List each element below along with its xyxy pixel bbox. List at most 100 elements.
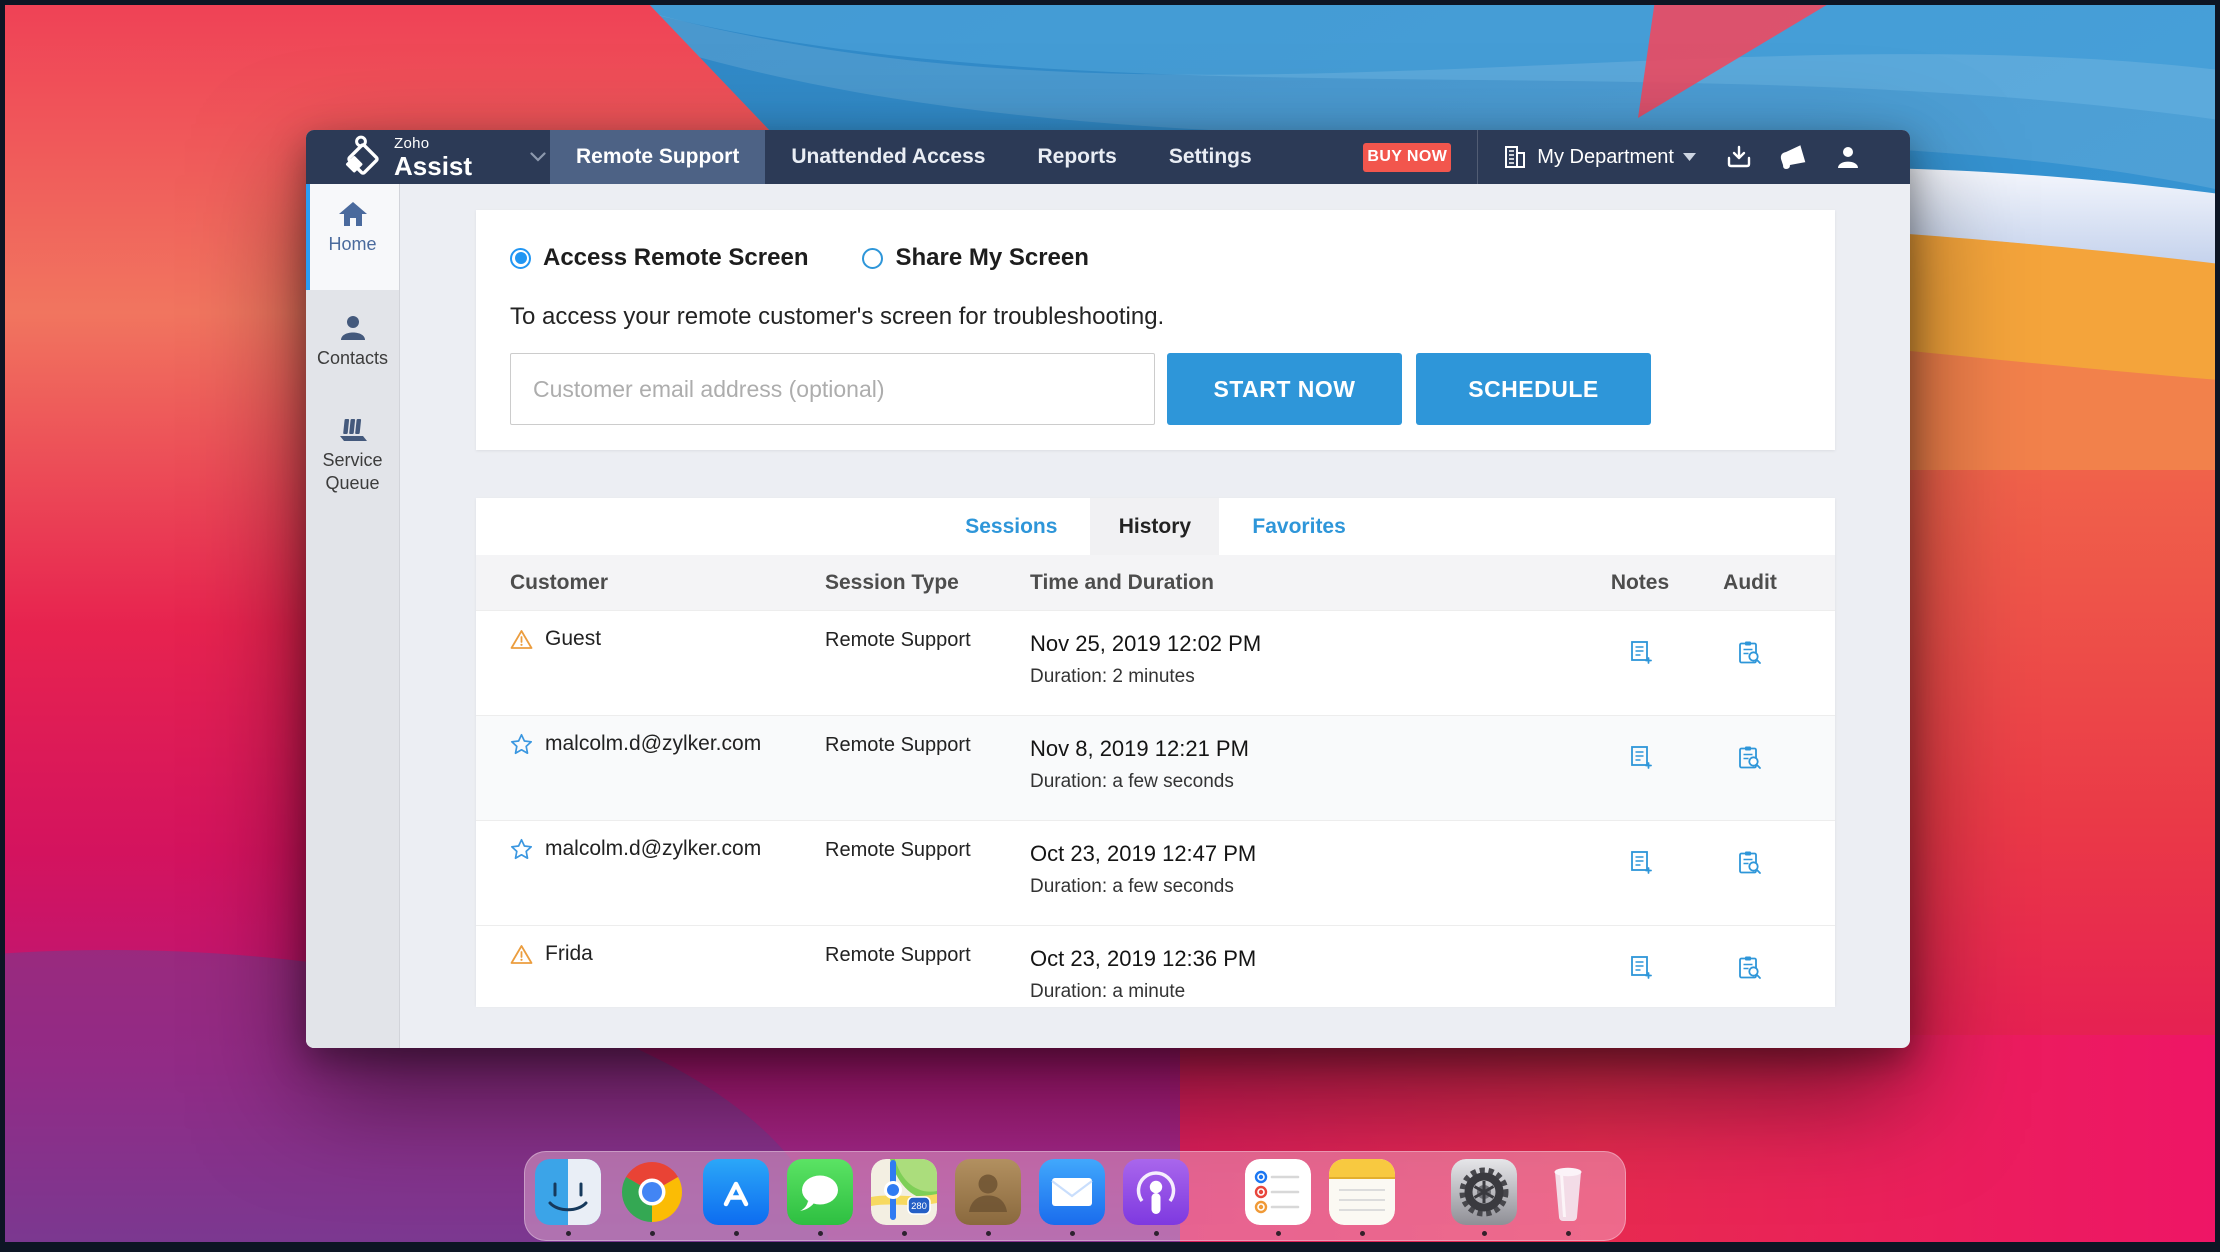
contacts-icon [955, 1159, 1021, 1225]
download-icon[interactable] [1726, 144, 1752, 170]
session-duration: Duration: a minute [1030, 981, 1186, 1002]
dock-app-system-preferences[interactable] [1451, 1159, 1517, 1236]
add-note-icon[interactable] [1627, 639, 1654, 666]
session-time: Nov 25, 2019 12:02 PM [1030, 631, 1262, 656]
running-indicator [1359, 1231, 1365, 1236]
table-row[interactable]: malcolm.d@zylker.com Remote Support Oct … [476, 820, 1835, 925]
session-mode-radios: Access Remote Screen Share My Screen [510, 244, 1835, 272]
home-icon [338, 202, 367, 226]
warning-icon [510, 629, 533, 649]
dock-app-maps[interactable]: 280 [871, 1159, 937, 1236]
radio-share-my-screen[interactable]: Share My Screen [862, 244, 1089, 272]
caret-down-icon [1683, 153, 1696, 161]
notes-cell [1585, 627, 1695, 671]
dock-app-appstore[interactable] [703, 1159, 769, 1236]
favorite-star-icon [510, 838, 533, 860]
time-cell: Nov 25, 2019 12:02 PM Duration: 2 minute… [1030, 627, 1585, 688]
radio-label: Access Remote Screen [543, 244, 809, 271]
add-note-icon[interactable] [1627, 954, 1654, 981]
customer-name: Guest [545, 627, 602, 650]
session-type-cell: Remote Support [825, 629, 971, 651]
user-profile-icon[interactable] [1836, 144, 1860, 170]
sidebar-item-home[interactable]: Home [306, 184, 399, 290]
add-note-icon[interactable] [1627, 849, 1654, 876]
schedule-button[interactable]: SCHEDULE [1416, 353, 1651, 425]
radio-selected-icon[interactable] [510, 247, 531, 269]
sidebar-item-service-queue[interactable]: Service Queue [306, 378, 399, 494]
top-navbar: Zoho Assist Remote Support Unattended Ac… [306, 130, 1910, 184]
tab-sessions[interactable]: Sessions [948, 498, 1074, 555]
session-duration: Duration: a few seconds [1030, 771, 1234, 792]
column-header-session-type: Session Type [825, 570, 959, 594]
running-indicator [1481, 1231, 1487, 1236]
session-duration: Duration: 2 minutes [1030, 666, 1195, 687]
customer-cell: Guest [510, 627, 825, 651]
dock-app-finder[interactable] [535, 1159, 601, 1236]
messages-icon [787, 1159, 853, 1225]
radio-label: Share My Screen [895, 244, 1089, 271]
dock-app-reminders[interactable] [1245, 1159, 1311, 1236]
customer-name: malcolm.d@zylker.com [545, 732, 762, 755]
trash-icon [1535, 1159, 1601, 1225]
session-description: To access your remote customer's screen … [510, 303, 1165, 330]
dock-app-notes[interactable] [1329, 1159, 1395, 1236]
notes-cell [1585, 732, 1695, 776]
navbar-right: BUY NOW My Department [1363, 130, 1910, 184]
nav-tab-settings[interactable]: Settings [1143, 130, 1278, 184]
tab-favorites[interactable]: Favorites [1235, 498, 1362, 555]
table-row[interactable]: malcolm.d@zylker.com Remote Support Nov … [476, 715, 1835, 820]
organization-icon [1505, 146, 1526, 168]
audit-icon[interactable] [1736, 639, 1764, 667]
macos-dock: 280 [524, 1151, 1626, 1241]
service-queue-icon [339, 419, 367, 441]
sessions-history-panel: Sessions History Favorites Customer Sess… [476, 498, 1835, 1007]
notes-cell [1585, 942, 1695, 986]
customer-name: Frida [545, 942, 593, 965]
notes-icon [1329, 1159, 1395, 1225]
radio-unselected-icon[interactable] [862, 247, 884, 269]
add-note-icon[interactable] [1627, 744, 1654, 771]
maps-icon: 280 [871, 1159, 937, 1225]
table-row[interactable]: Guest Remote Support Nov 25, 2019 12:02 … [476, 610, 1835, 715]
audit-cell [1695, 837, 1805, 882]
brand-company: Zoho [394, 134, 430, 152]
tab-history[interactable]: History [1090, 498, 1220, 555]
chevron-down-icon[interactable] [530, 152, 546, 162]
mail-icon [1039, 1159, 1105, 1225]
column-header-audit: Audit [1723, 570, 1777, 594]
brand-logo[interactable]: Zoho Assist [306, 130, 550, 184]
department-selector[interactable]: My Department [1502, 144, 1696, 170]
sidebar-item-contacts[interactable]: Contacts [306, 290, 399, 378]
audit-icon[interactable] [1736, 849, 1764, 877]
department-label: My Department [1537, 145, 1674, 168]
dock-app-trash[interactable] [1535, 1159, 1601, 1236]
customer-cell: malcolm.d@zylker.com [510, 837, 825, 861]
podcasts-icon [1123, 1159, 1189, 1225]
nav-tab-unattended-access[interactable]: Unattended Access [765, 130, 1011, 184]
running-indicator [901, 1231, 907, 1236]
sidebar-item-label: Service Queue [322, 450, 383, 493]
brand-text: Zoho Assist [394, 136, 472, 179]
dock-app-messages[interactable] [787, 1159, 853, 1236]
nav-tab-reports[interactable]: Reports [1011, 130, 1142, 184]
brand-product: Assist [394, 150, 473, 181]
audit-icon[interactable] [1736, 954, 1764, 982]
announcement-icon[interactable] [1779, 143, 1809, 171]
audit-icon[interactable] [1736, 744, 1764, 772]
dock-app-podcasts[interactable] [1123, 1159, 1189, 1236]
dock-app-mail[interactable] [1039, 1159, 1105, 1236]
audit-cell [1695, 732, 1805, 777]
nav-tab-remote-support[interactable]: Remote Support [550, 130, 766, 184]
chrome-icon [619, 1159, 685, 1225]
maps-route-badge: 280 [911, 1201, 927, 1212]
table-row[interactable]: Frida Remote Support Oct 23, 2019 12:36 … [476, 925, 1835, 1007]
session-time: Nov 8, 2019 12:21 PM [1030, 736, 1249, 761]
start-now-button[interactable]: START NOW [1167, 353, 1402, 425]
dock-app-chrome[interactable] [619, 1159, 685, 1236]
running-indicator [1153, 1231, 1159, 1236]
buy-now-button[interactable]: BUY NOW [1363, 142, 1452, 172]
dock-app-contacts[interactable] [955, 1159, 1021, 1236]
radio-access-remote-screen[interactable]: Access Remote Screen [510, 244, 808, 272]
sidebar-item-label: Contacts [316, 348, 389, 368]
customer-email-input[interactable] [510, 353, 1155, 425]
